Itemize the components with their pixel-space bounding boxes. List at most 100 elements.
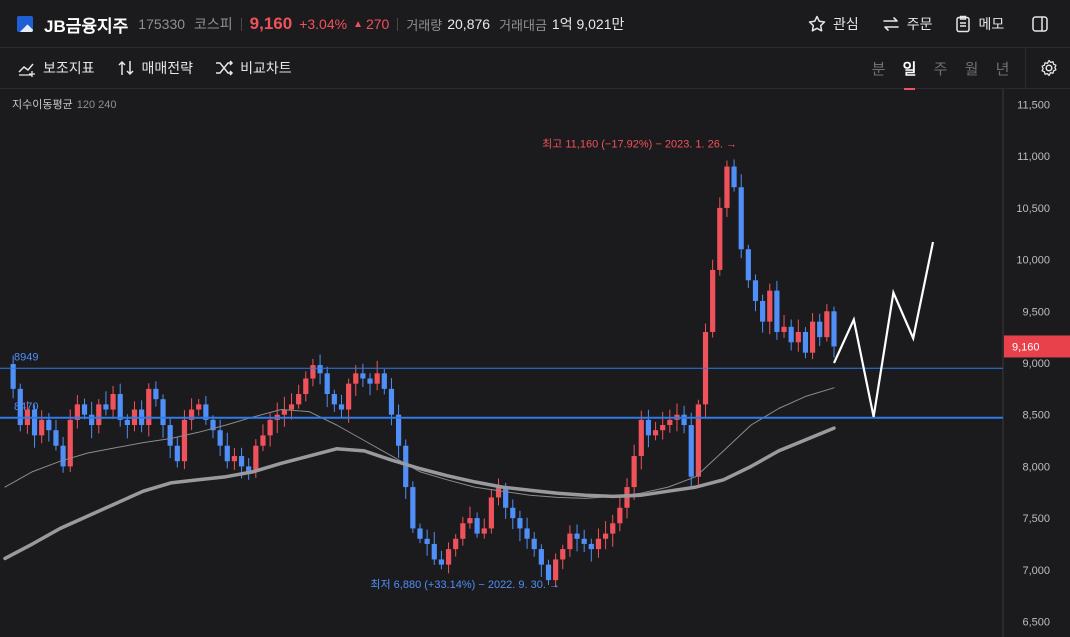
- candle-body: [731, 166, 737, 188]
- indicators-label: 보조지표: [43, 60, 95, 76]
- candle-body: [167, 425, 173, 446]
- candle-body: [588, 543, 594, 550]
- candle-body: [395, 414, 402, 446]
- period-tabs: 분 일 주 월 년: [863, 57, 1018, 90]
- strategy-label: 매매전략: [141, 60, 194, 76]
- candle-body: [424, 538, 430, 544]
- indicators-button[interactable]: 보조지표: [17, 58, 95, 78]
- market-name: 코스피: [194, 16, 233, 32]
- indicator-params: 120 240: [76, 99, 117, 111]
- memo-label: 메모: [978, 16, 1005, 32]
- change-percent: +3.04%: [299, 16, 348, 32]
- candle-body: [495, 487, 502, 498]
- candle-body: [331, 394, 337, 405]
- compare-button[interactable]: 비교차트: [214, 58, 292, 78]
- strategy-arrows-icon: [118, 60, 134, 76]
- y-tick-label: 6,500: [1022, 616, 1050, 628]
- candle-body: [217, 430, 223, 446]
- candle-body: [174, 445, 180, 462]
- candle-body: [367, 378, 373, 384]
- jb-logo-icon: [17, 16, 33, 32]
- watch-label: 관심: [833, 16, 859, 32]
- candle-body: [46, 419, 52, 431]
- candle-body: [781, 326, 787, 332]
- strategy-button[interactable]: 매매전략: [116, 58, 194, 78]
- candle-body: [724, 166, 730, 208]
- candle-body: [602, 533, 609, 539]
- candle-body: [231, 456, 238, 462]
- tab-minute[interactable]: 분: [863, 58, 894, 79]
- candle-body: [89, 414, 95, 426]
- candle-body: [260, 435, 266, 446]
- candle-body: [431, 543, 437, 560]
- candle-body: [338, 404, 345, 410]
- panel-toggle-button[interactable]: [1030, 14, 1056, 34]
- candle-body: [81, 404, 88, 415]
- candle-body: [360, 373, 366, 379]
- memo-icon: [955, 15, 970, 33]
- chart-toolbar: 보조지표 매매전략 비교차트 분 일 주 월 년: [0, 48, 1070, 90]
- candle-body: [610, 523, 616, 534]
- candle-body: [767, 290, 773, 322]
- volume-label: 거래량: [406, 17, 443, 33]
- candle-body: [467, 518, 473, 524]
- compare-cross-icon: [216, 60, 234, 76]
- candle-body: [567, 533, 573, 550]
- candle-body: [788, 326, 794, 343]
- sidebar-panel-icon: [1032, 16, 1049, 32]
- tab-day[interactable]: 일: [894, 58, 925, 90]
- candle-body: [553, 559, 559, 581]
- y-tick-label: 11,000: [1017, 151, 1050, 163]
- y-tick-label: 9,000: [1022, 358, 1050, 370]
- y-tick-label: 10,000: [1016, 255, 1050, 267]
- indicator-name: 지수이동평균: [12, 99, 73, 111]
- candle-body: [717, 207, 723, 270]
- candle-body: [96, 404, 102, 426]
- candle-body: [353, 373, 359, 384]
- watch-button[interactable]: 관심: [807, 14, 859, 34]
- tab-year[interactable]: 년: [987, 58, 1018, 79]
- candle-body: [760, 300, 766, 322]
- current-price-tag-label: 9,160: [1012, 341, 1040, 353]
- high-annotation: 최고 11,160 (−17.92%) − 2023. 1. 26. →: [542, 138, 737, 151]
- candle-body: [745, 249, 751, 281]
- candle-body: [324, 373, 330, 395]
- candle-body: [460, 523, 466, 539]
- candle-body: [60, 445, 66, 467]
- order-button[interactable]: 주문: [881, 14, 933, 34]
- stock-name[interactable]: JB금융지주: [44, 12, 128, 37]
- candle-body: [524, 528, 530, 539]
- candle-body: [652, 430, 659, 436]
- indicator-legend[interactable]: 지수이동평균 120 240: [12, 96, 117, 112]
- tab-week[interactable]: 주: [925, 58, 956, 79]
- candle-body: [488, 497, 494, 529]
- candle-body: [474, 518, 480, 534]
- candle-body: [517, 518, 523, 529]
- candle-body: [224, 445, 230, 462]
- candle-body: [638, 419, 644, 457]
- candle-body: [303, 378, 309, 395]
- candle-body: [153, 388, 159, 400]
- trade-value-label: 거래대금: [499, 17, 547, 33]
- order-label: 주문: [906, 16, 933, 32]
- y-tick-label: 11,500: [1017, 100, 1050, 112]
- settings-button[interactable]: [1025, 48, 1070, 88]
- indicator-chart-icon: [18, 63, 35, 77]
- candle-body: [531, 538, 537, 550]
- candle-body: [381, 373, 387, 389]
- tab-month[interactable]: 월: [956, 58, 987, 79]
- candle-body: [296, 394, 302, 405]
- candle-body: [802, 331, 809, 353]
- candle-body: [181, 419, 188, 462]
- divider: [397, 17, 399, 31]
- price-chart[interactable]: 6,500 7,000 7,500 8,000 8,500 9,000 9,500 10,00…: [0, 89, 1070, 637]
- candle-body: [196, 404, 202, 410]
- candle-body: [39, 419, 45, 436]
- candle-body: [438, 559, 445, 565]
- candle-body: [809, 321, 816, 353]
- y-tick-label: 9,500: [1022, 306, 1050, 318]
- memo-button[interactable]: 메모: [953, 14, 1005, 34]
- candle-body: [824, 311, 830, 338]
- divider: [240, 17, 242, 31]
- candle-body: [53, 430, 59, 446]
